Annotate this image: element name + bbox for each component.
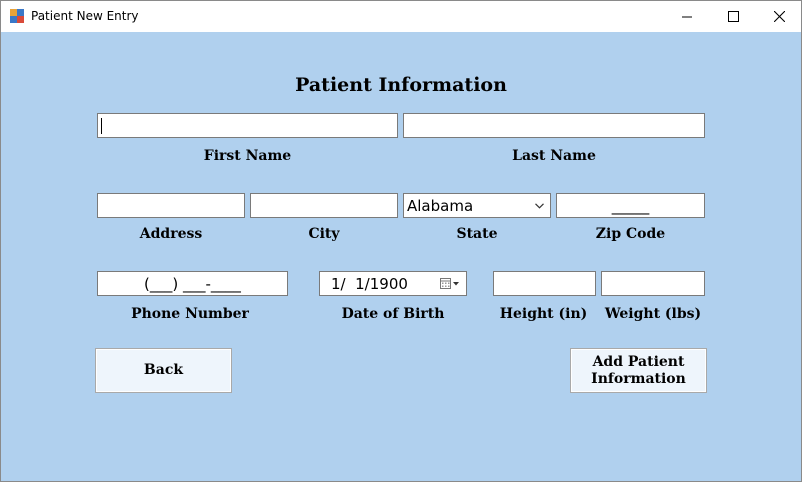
back-button[interactable]: Back bbox=[95, 348, 232, 393]
date-of-birth-value: 1/ 1/1900 bbox=[331, 275, 408, 293]
maximize-icon bbox=[727, 11, 739, 22]
date-of-birth-picker[interactable]: 1/ 1/1900 bbox=[319, 271, 467, 296]
height-input[interactable] bbox=[493, 271, 596, 296]
minimize-button[interactable] bbox=[664, 1, 710, 32]
app-window-icon bbox=[10, 9, 24, 23]
weight-input[interactable] bbox=[601, 271, 705, 296]
address-input[interactable] bbox=[97, 193, 245, 218]
city-label: City bbox=[308, 226, 340, 242]
state-selected-value: Alabama bbox=[407, 197, 474, 215]
phone-number-mask: (___) ___-____ bbox=[144, 275, 241, 293]
zip-code-label: Zip Code bbox=[595, 226, 666, 242]
state-label: State bbox=[456, 226, 498, 242]
height-label: Height (in) bbox=[499, 306, 588, 322]
app-window: Patient New Entry Patient Information Fi… bbox=[0, 0, 802, 482]
window-title: Patient New Entry bbox=[31, 9, 139, 23]
chevron-down-icon bbox=[535, 203, 544, 209]
last-name-input[interactable] bbox=[403, 113, 705, 138]
phone-number-input[interactable]: (___) ___-____ bbox=[97, 271, 288, 296]
text-caret bbox=[101, 118, 102, 134]
close-button[interactable] bbox=[756, 1, 802, 32]
weight-label: Weight (lbs) bbox=[604, 306, 702, 322]
date-of-birth-label: Date of Birth bbox=[341, 306, 445, 322]
phone-number-label: Phone Number bbox=[131, 306, 249, 322]
minimize-icon bbox=[682, 16, 692, 17]
zip-code-input[interactable]: _____ bbox=[556, 193, 705, 218]
last-name-label: Last Name bbox=[512, 148, 596, 164]
first-name-input[interactable] bbox=[97, 113, 398, 138]
zip-code-mask: _____ bbox=[611, 197, 650, 215]
maximize-button[interactable] bbox=[710, 1, 756, 32]
add-patient-button[interactable]: Add Patient Information bbox=[570, 348, 707, 393]
first-name-label: First Name bbox=[203, 148, 292, 164]
address-label: Address bbox=[139, 226, 203, 242]
form-title: Patient Information bbox=[295, 74, 507, 96]
state-select[interactable]: Alabama bbox=[403, 193, 551, 218]
title-bar[interactable]: Patient New Entry bbox=[1, 1, 801, 32]
calendar-icon[interactable] bbox=[440, 277, 460, 291]
close-icon bbox=[773, 11, 785, 22]
city-input[interactable] bbox=[250, 193, 398, 218]
